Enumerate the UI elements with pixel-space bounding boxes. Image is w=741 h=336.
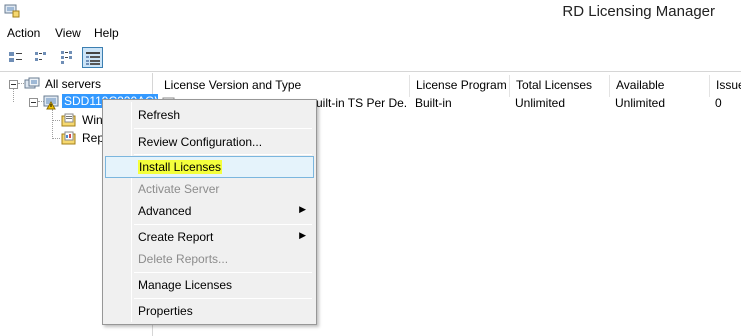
column-header-license-program[interactable]: License Program (410, 75, 510, 97)
column-header-available[interactable]: Available (610, 75, 710, 97)
reports-folder-icon (61, 130, 77, 149)
menu-item-label: Refresh (138, 108, 181, 122)
cell-license-program: Built-in (415, 96, 452, 110)
collapse-icon[interactable] (9, 80, 18, 89)
column-header-total-licenses[interactable]: Total Licenses (510, 75, 610, 97)
menu-item-delete-reports: Delete Reports... (105, 248, 314, 270)
menu-item-label: Properties (138, 304, 193, 318)
menu-separator (134, 128, 312, 129)
menu-item-refresh[interactable]: Refresh (105, 104, 314, 126)
menu-action[interactable]: Action (7, 26, 40, 40)
menu-item-label: Review Configuration... (138, 135, 263, 149)
menu-item-label: Activate Server (138, 182, 220, 196)
details-icon (86, 52, 100, 65)
tree-item-label: All servers (45, 77, 102, 91)
menu-bar: Action View Help (0, 24, 741, 43)
menu-item-review-configuration[interactable]: Review Configuration... (105, 131, 314, 153)
menu-item-create-report[interactable]: Create Report ▶ (105, 226, 314, 248)
menu-separator (134, 298, 312, 299)
small-icons-view-button[interactable] (32, 47, 53, 68)
menu-item-install-licenses[interactable]: Install Licenses (105, 156, 314, 178)
menu-item-manage-licenses[interactable]: Manage Licenses (105, 274, 314, 296)
toolbar (0, 43, 741, 72)
large-icons-view-button[interactable] (6, 47, 27, 68)
menu-help[interactable]: Help (94, 26, 119, 40)
details-view-button[interactable] (82, 47, 103, 68)
column-header-license-version[interactable]: License Version and Type (158, 75, 410, 97)
menu-separator (134, 272, 312, 273)
submenu-arrow-icon: ▶ (299, 204, 306, 214)
list-view-button[interactable] (58, 47, 79, 68)
cell-available: Unlimited (615, 96, 666, 110)
menu-separator (134, 154, 312, 155)
menu-item-label: Manage Licenses (138, 278, 233, 292)
menu-item-label: Install Licenses (138, 160, 223, 174)
cell-issued: 0 (715, 96, 722, 110)
column-header-issued[interactable]: Issued (710, 75, 741, 97)
menu-item-properties[interactable]: Properties (105, 300, 314, 322)
list-icon (61, 51, 72, 64)
submenu-arrow-icon: ▶ (299, 230, 306, 240)
rd-licensing-app-icon (4, 4, 20, 18)
menu-item-label: Delete Reports... (138, 252, 229, 266)
menu-separator (134, 224, 312, 225)
window-title: RD Licensing Manager (562, 3, 715, 20)
title-bar: RD Licensing Manager (0, 0, 741, 24)
menu-item-label: Advanced (138, 204, 192, 218)
menu-item-activate-server: Activate Server (105, 178, 314, 200)
tree-item-all-servers[interactable]: All servers (0, 75, 150, 93)
menu-item-label: Create Report (138, 230, 214, 244)
small-icons-icon (35, 52, 46, 61)
large-icons-icon (9, 52, 22, 62)
context-menu: Refresh Review Configuration... Install … (102, 99, 317, 325)
collapse-icon[interactable] (29, 98, 38, 107)
menu-item-advanced[interactable]: Advanced ▶ (105, 200, 314, 222)
menu-view[interactable]: View (55, 26, 81, 40)
cell-license-version: uilt-in TS Per De... (316, 96, 406, 110)
cell-total-licenses: Unlimited (515, 96, 566, 110)
